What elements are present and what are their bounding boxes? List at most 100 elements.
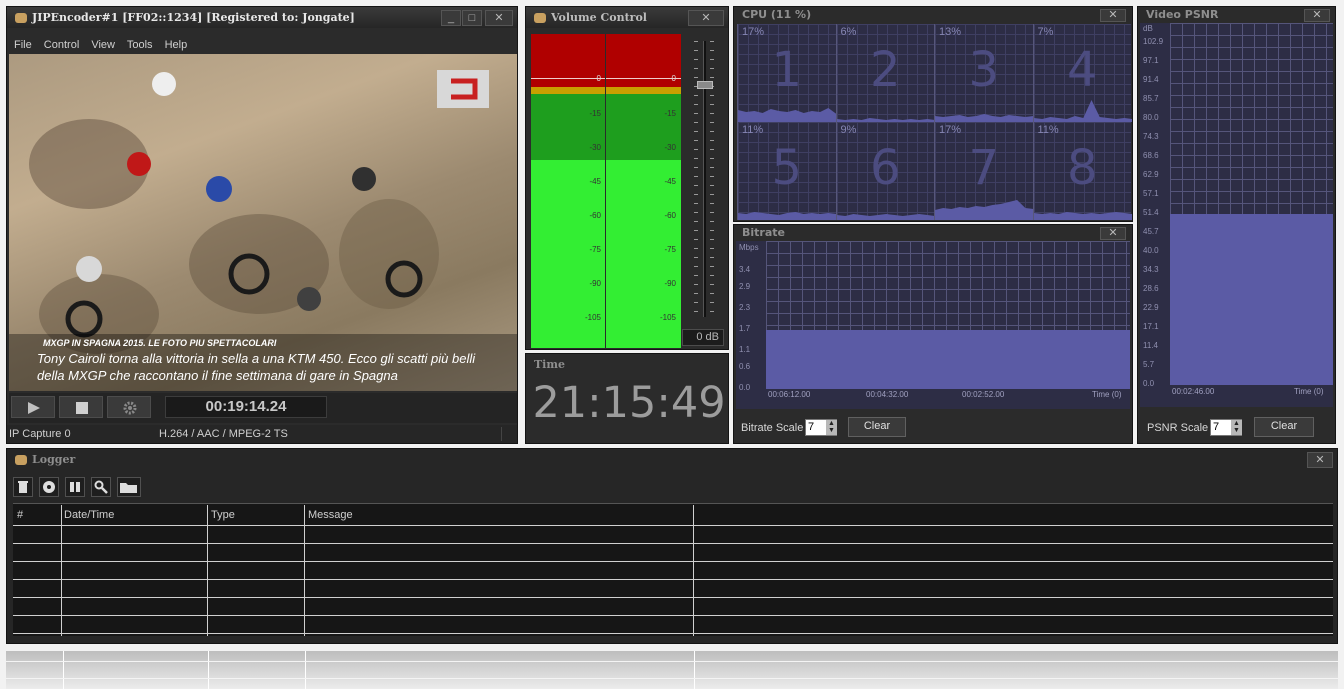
maximize-button[interactable]: □ [462, 10, 482, 26]
stop-button[interactable] [59, 396, 103, 418]
menu-bar: File Control View Tools Help [14, 39, 196, 51]
minimize-button[interactable]: _ [441, 10, 461, 26]
meter-left-label-60: -60 [589, 211, 601, 220]
col-header-message[interactable]: Message [304, 505, 353, 525]
logger-title-bar[interactable]: Logger [7, 449, 1337, 470]
meter-left-label-45: -45 [589, 177, 601, 186]
bitrate-y-tick: 3.4 [739, 265, 751, 274]
bitrate-y-tick: 0.6 [739, 362, 751, 372]
menu-view[interactable]: View [91, 39, 115, 51]
time-panel: Time 21:15:49 [525, 353, 729, 444]
video-preview: MXGP IN SPAGNA 2015. LE FOTO PIU SPETTAC… [9, 54, 517, 391]
psnr-y-tick: 45.7 [1143, 227, 1159, 237]
bitrate-fill-area [766, 330, 1130, 389]
psnr-y-tick: 68.6 [1143, 151, 1159, 160]
settings-button[interactable] [107, 396, 151, 418]
psnr-y-tick: 0.0 [1143, 379, 1155, 388]
logger-record-button[interactable] [39, 477, 59, 497]
status-source: IP Capture 0 [9, 428, 71, 440]
psnr-y-tick: 17.1 [1143, 322, 1159, 332]
cpu-core-8: 8 11% [1032, 122, 1132, 220]
psnr-clear-button[interactable]: Clear [1254, 417, 1314, 437]
psnr-y-tick: 74.3 [1143, 132, 1159, 142]
logger-row-divider [13, 561, 1333, 562]
volume-title: Volume Control [551, 11, 647, 24]
psnr-y-tick: 91.4 [1143, 75, 1159, 85]
clock-display: 21:15:49 [532, 378, 726, 428]
cpu-core-usage: 17% [742, 26, 765, 38]
psnr-y-tick: 22.9 [1143, 302, 1159, 312]
bitrate-unit: Mbps [739, 243, 759, 252]
window-reflection [6, 651, 1338, 689]
col-header-datetime[interactable]: Date/Time [60, 505, 114, 525]
psnr-y-tick: 62.9 [1143, 169, 1159, 179]
volume-slider[interactable] [692, 41, 716, 317]
meter-right-label-30: -30 [664, 143, 676, 152]
logger-row-divider [13, 615, 1333, 616]
psnr-scale-label: PSNR Scale [1147, 422, 1209, 434]
volume-logo-icon [534, 13, 546, 23]
bitrate-x-tick: Time (0) [1092, 390, 1122, 399]
close-button[interactable]: ✕ [485, 10, 513, 26]
menu-tools[interactable]: Tools [127, 39, 153, 51]
menu-file[interactable]: File [14, 39, 32, 51]
cpu-core-4: 4 7% [1032, 24, 1132, 122]
menu-help[interactable]: Help [165, 39, 188, 51]
cpu-core-usage: 17% [939, 124, 962, 136]
cpu-core-5: 5 11% [737, 122, 837, 220]
play-button[interactable] [11, 396, 55, 418]
cpu-core-usage: 11% [1037, 124, 1059, 136]
psnr-y-tick: 11.4 [1143, 341, 1158, 351]
trash-icon [18, 481, 28, 493]
play-icon [28, 402, 40, 414]
psnr-y-tick: 40.0 [1143, 246, 1159, 256]
elapsed-time-display: 00:19:14.24 [165, 396, 327, 418]
psnr-y-tick: 34.3 [1143, 265, 1159, 274]
logger-search-button[interactable] [91, 477, 111, 497]
bitrate-x-tick: 00:02:52.00 [962, 390, 1005, 399]
meter-left-label-15: -15 [589, 109, 601, 118]
bitrate-y-tick: 1.7 [739, 324, 751, 333]
cpu-close-button[interactable]: ✕ [1100, 9, 1126, 22]
meter-right-label-0: 0 [671, 74, 676, 83]
logger-title: Logger [32, 453, 76, 466]
cpu-core-number: 4 [1066, 42, 1098, 98]
app-logo-icon [15, 13, 27, 23]
psnr-panel: Video PSNR ✕ dB 102.9 97.1 91.4 85.7 80.0 74.… [1137, 6, 1336, 444]
cpu-core-number: 5 [771, 140, 803, 196]
volume-close-button[interactable]: ✕ [688, 10, 724, 26]
bitrate-clear-button[interactable]: Clear [848, 417, 906, 437]
logger-row-divider [13, 579, 1333, 580]
pause-icon [70, 482, 80, 492]
volume-control-panel: Volume Control ✕ 0 -15 -30 -45 -60 -75 -… [525, 6, 729, 350]
psnr-y-tick: 51.4 [1143, 208, 1159, 218]
cpu-core-3: 3 13% [934, 24, 1034, 122]
bitrate-scale-label: Bitrate Scale [741, 422, 804, 434]
bitrate-title: Bitrate [734, 225, 1132, 241]
search-icon [94, 480, 108, 494]
encoder-title: JIPEncoder#1 [FF02::1234] [Registered to… [32, 11, 355, 24]
meter-left-label-105: -105 [584, 313, 601, 322]
cpu-core-number: 3 [968, 42, 1000, 98]
meter-left-label-30: -30 [589, 143, 601, 152]
menu-control[interactable]: Control [44, 39, 79, 51]
cpu-core-usage: 9% [840, 124, 857, 136]
bitrate-chart: Mbps 3.4 2.9 2.3 1.7 1.1 0.6 0.0 00:06:12.00 00… [736, 241, 1130, 409]
cpu-core-usage: 11% [742, 124, 764, 136]
resize-grip[interactable] [501, 427, 515, 441]
volume-meter-right: 0 -15 -30 -45 -60 -75 -90 -105 [606, 34, 681, 348]
col-header-type[interactable]: Type [207, 505, 235, 525]
bitrate-close-button[interactable]: ✕ [1100, 227, 1126, 240]
psnr-scale-spinner[interactable]: ▲ ▼ [1231, 420, 1242, 435]
cpu-core-6: 6 9% [835, 122, 935, 220]
col-header-index[interactable]: # [13, 505, 23, 525]
psnr-y-tick: 57.1 [1143, 189, 1159, 199]
psnr-close-button[interactable]: ✕ [1304, 9, 1330, 22]
logger-open-button[interactable] [117, 477, 141, 497]
cpu-core-usage: 6% [840, 26, 857, 38]
logger-close-button[interactable]: ✕ [1307, 452, 1333, 468]
logger-clear-button[interactable] [13, 477, 33, 497]
volume-slider-handle[interactable] [697, 81, 713, 89]
bitrate-scale-spinner[interactable]: ▲ ▼ [826, 420, 837, 435]
logger-pause-button[interactable] [65, 477, 85, 497]
